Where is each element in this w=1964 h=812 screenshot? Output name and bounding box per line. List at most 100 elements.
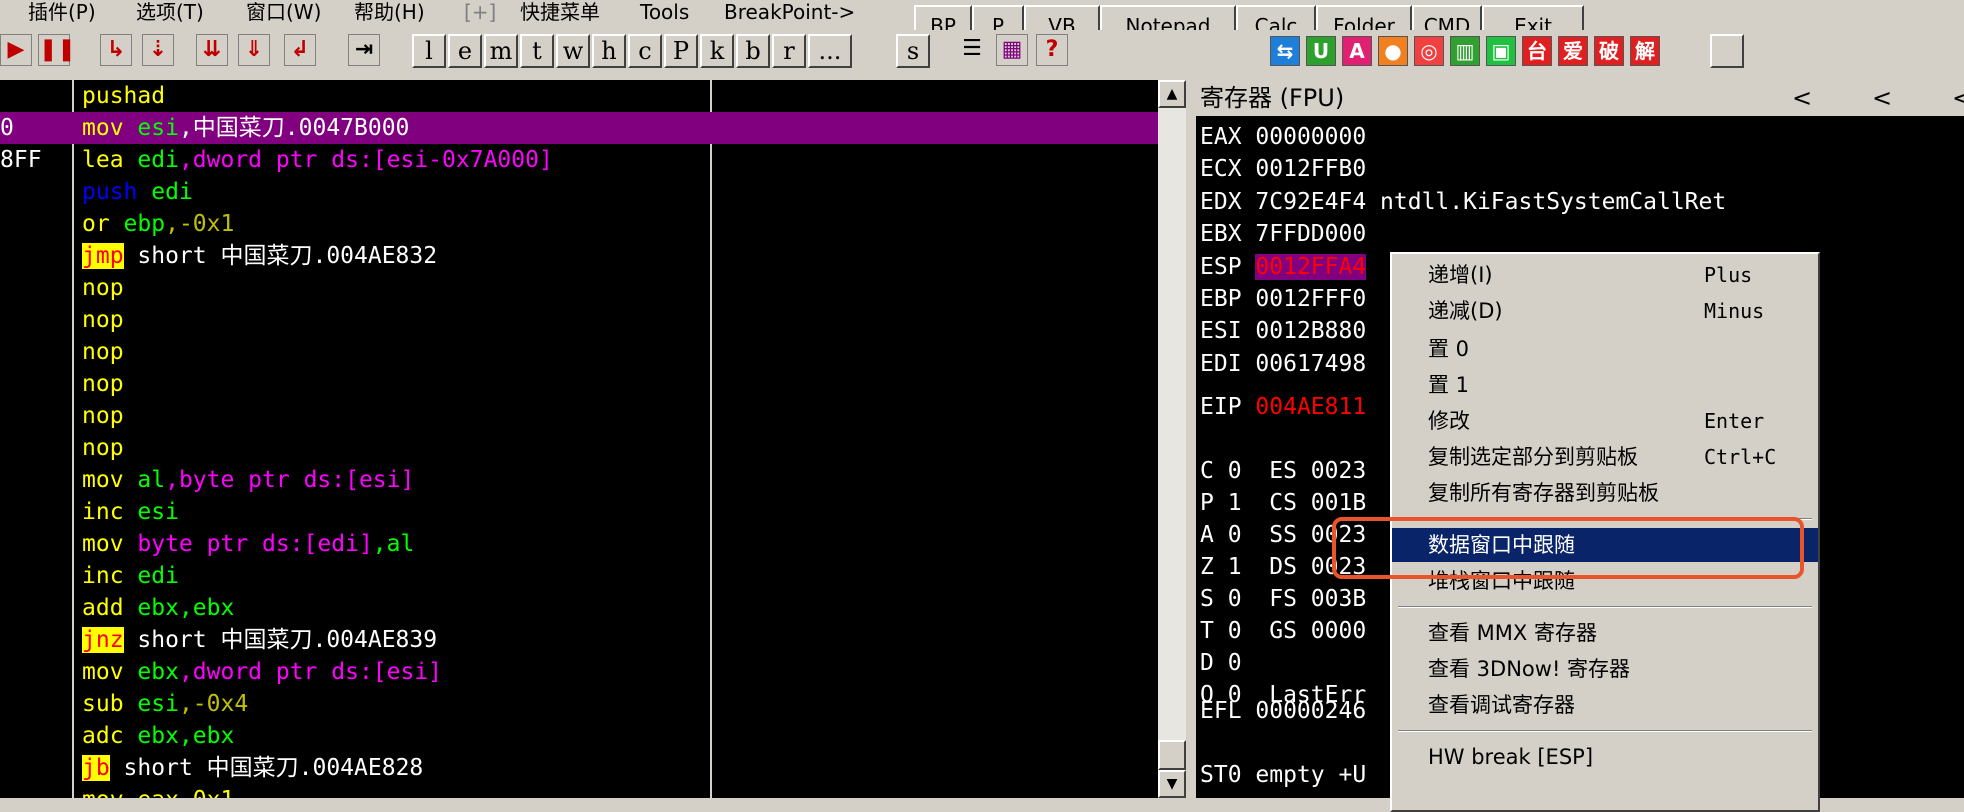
cpu-button[interactable]: c — [628, 34, 662, 68]
disasm-row[interactable]: sub esi,-0x4 — [0, 688, 1158, 720]
disasm-row[interactable]: mov al,byte ptr ds:[esi] — [0, 464, 1158, 496]
context-menu-item[interactable]: 修改 Enter — [1392, 404, 1818, 438]
menu-shortcuts[interactable]: 快捷菜单 — [520, 0, 600, 26]
disasm-row[interactable]: inc edi — [0, 560, 1158, 592]
register-esi[interactable]: ESI 0012B880 — [1200, 316, 1366, 346]
disasm-row[interactable]: add ebx,ebx — [0, 592, 1158, 624]
menu-plus[interactable]: [+] — [464, 0, 496, 26]
disasm-row[interactable]: mov ebx,dword ptr ds:[esi] — [0, 656, 1158, 688]
references-button[interactable]: r — [772, 34, 806, 68]
plugin-tai-icon[interactable]: 台 — [1522, 36, 1552, 66]
disasm-row[interactable]: mov byte ptr ds:[edi],al — [0, 528, 1158, 560]
plugin-po-icon[interactable]: 破 — [1594, 36, 1624, 66]
flag-row[interactable]: T 0 GS 0000 — [1200, 616, 1366, 646]
breakpoints-button[interactable]: b — [736, 34, 770, 68]
menu-options[interactable]: 选项(T) — [136, 0, 204, 26]
disasm-row[interactable]: inc esi — [0, 496, 1158, 528]
register-efl[interactable]: EFL 00000246 — [1200, 696, 1366, 726]
step-over-icon[interactable]: ⇣ — [142, 34, 174, 66]
plugin-arrow-icon[interactable]: ⇆ — [1270, 36, 1300, 66]
menu-help[interactable]: 帮助(H) — [354, 0, 425, 26]
list-icon[interactable]: ☰ — [956, 34, 988, 66]
plugin-target-icon[interactable]: ◎ — [1414, 36, 1444, 66]
flag-row[interactable]: S 0 FS 003B — [1200, 584, 1366, 614]
trace-over-icon[interactable]: ⇓ — [238, 34, 270, 66]
pause-icon[interactable]: ❚❚ — [38, 34, 76, 66]
source-button[interactable]: s — [896, 34, 930, 68]
context-menu-item[interactable]: 复制所有寄存器到剪贴板 — [1392, 476, 1818, 510]
trace-into-icon[interactable]: ⇊ — [196, 34, 228, 66]
plugin-u-icon[interactable]: U — [1306, 36, 1336, 66]
register-st0[interactable]: ST0 empty +U — [1200, 760, 1366, 790]
disasm-row[interactable]: nop — [0, 432, 1158, 464]
disassembly-scrollbar[interactable]: ▲ ▼ — [1158, 80, 1186, 798]
step-into-icon[interactable]: ↳ — [100, 34, 132, 66]
disasm-row[interactable]: nop — [0, 272, 1158, 304]
context-menu-item[interactable]: 置 0 — [1392, 332, 1818, 366]
disasm-row[interactable]: 8FF lea edi,dword ptr ds:[esi-0x7A000] — [0, 144, 1158, 176]
context-menu-item[interactable]: 查看 MMX 寄存器 — [1392, 616, 1818, 650]
register-ecx[interactable]: ECX 0012FFB0 — [1200, 154, 1366, 184]
plugin-ai-icon[interactable]: 爱 — [1558, 36, 1588, 66]
windows-button[interactable]: w — [556, 34, 590, 68]
pane-splitter[interactable] — [1186, 80, 1196, 798]
disasm-row[interactable]: mov eax,0x1 — [0, 784, 1158, 798]
context-menu-item[interactable]: HW break [ESP] — [1392, 740, 1818, 774]
disasm-row[interactable]: nop — [0, 368, 1158, 400]
disasm-row[interactable]: push edi — [0, 176, 1158, 208]
disasm-row[interactable]: nop — [0, 336, 1158, 368]
plugin-circle-icon[interactable]: ● — [1378, 36, 1408, 66]
register-eip[interactable]: EIP 004AE811 — [1200, 392, 1366, 422]
disasm-row[interactable]: jnz short 中国菜刀.004AE839 — [0, 624, 1158, 656]
menu-tools[interactable]: Tools — [640, 0, 689, 26]
plugin-window-icon[interactable]: ▣ — [1486, 36, 1516, 66]
options-icon[interactable]: ▦ — [996, 34, 1028, 66]
threads-button[interactable]: t — [520, 34, 554, 68]
call-stack-button[interactable]: k — [700, 34, 734, 68]
scroll-up-icon[interactable]: ▲ — [1158, 80, 1186, 108]
nav-left-icon[interactable]: < — [1872, 80, 1892, 116]
modules-button[interactable]: e — [448, 34, 482, 68]
flag-row[interactable]: D 0 — [1200, 648, 1242, 678]
register-ebx[interactable]: EBX 7FFDD000 — [1200, 219, 1366, 249]
log-window-button[interactable]: l — [412, 34, 446, 68]
nav-left-icon[interactable]: < — [1952, 80, 1964, 116]
disasm-row[interactable]: jb short 中国菜刀.004AE828 — [0, 752, 1158, 784]
register-esp[interactable]: ESP 0012FFA4 — [1200, 252, 1367, 282]
scroll-down-icon[interactable]: ▼ — [1158, 770, 1186, 798]
register-ebp[interactable]: EBP 0012FFF0 — [1200, 284, 1366, 314]
help-icon[interactable]: ? — [1036, 34, 1068, 66]
scroll-thumb[interactable] — [1158, 740, 1186, 770]
nav-left-icon[interactable]: < — [1792, 80, 1812, 116]
menu-breakpoint[interactable]: BreakPoint-> — [724, 0, 855, 26]
memory-button[interactable]: m — [484, 34, 518, 68]
disasm-row[interactable]: or ebp,-0x1 — [0, 208, 1158, 240]
run-icon[interactable]: ▶ — [0, 34, 32, 66]
disasm-row[interactable]: adc ebx,ebx — [0, 720, 1158, 752]
context-menu-item[interactable]: 置 1 — [1392, 368, 1818, 402]
context-menu-item[interactable]: 递增(I) Plus — [1392, 258, 1818, 292]
register-eax[interactable]: EAX 00000000 — [1200, 122, 1366, 152]
plugin-jie-icon[interactable]: 解 — [1630, 36, 1660, 66]
disasm-row[interactable]: nop — [0, 304, 1158, 336]
plugin-a-icon[interactable]: A — [1342, 36, 1372, 66]
goto-icon[interactable]: ⇥ — [348, 34, 380, 66]
menu-window[interactable]: 窗口(W) — [246, 0, 321, 26]
menu-plugins[interactable]: 插件(P) — [28, 0, 96, 26]
disasm-row[interactable]: nop — [0, 400, 1158, 432]
execute-till-return-icon[interactable]: ↲ — [284, 34, 316, 66]
blank-toolbar-button[interactable] — [1710, 34, 1744, 68]
disasm-row[interactable]: jmp short 中国菜刀.004AE832 — [0, 240, 1158, 272]
context-menu-item[interactable]: 递减(D) Minus — [1392, 294, 1818, 328]
context-menu-item[interactable]: 复制选定部分到剪贴板 Ctrl+C — [1392, 440, 1818, 474]
register-edx[interactable]: EDX 7C92E4F4 ntdll.KiFastSystemCallRet — [1200, 187, 1726, 217]
disasm-row[interactable]: pushad — [0, 80, 1158, 112]
handles-button[interactable]: h — [592, 34, 626, 68]
flag-row[interactable]: P 1 CS 001B — [1200, 488, 1366, 518]
disassembly-pane[interactable]: pushad 0 mov esi,中国菜刀.0047B000 8FF lea edi,d… — [0, 80, 1158, 798]
patches-button[interactable]: P — [664, 34, 698, 68]
plugin-bars-icon[interactable]: ▥ — [1450, 36, 1480, 66]
context-menu-item[interactable]: 查看 3DNow! 寄存器 — [1392, 652, 1818, 686]
flag-row[interactable]: C 0 ES 0023 — [1200, 456, 1366, 486]
register-edi[interactable]: EDI 00617498 — [1200, 349, 1366, 379]
